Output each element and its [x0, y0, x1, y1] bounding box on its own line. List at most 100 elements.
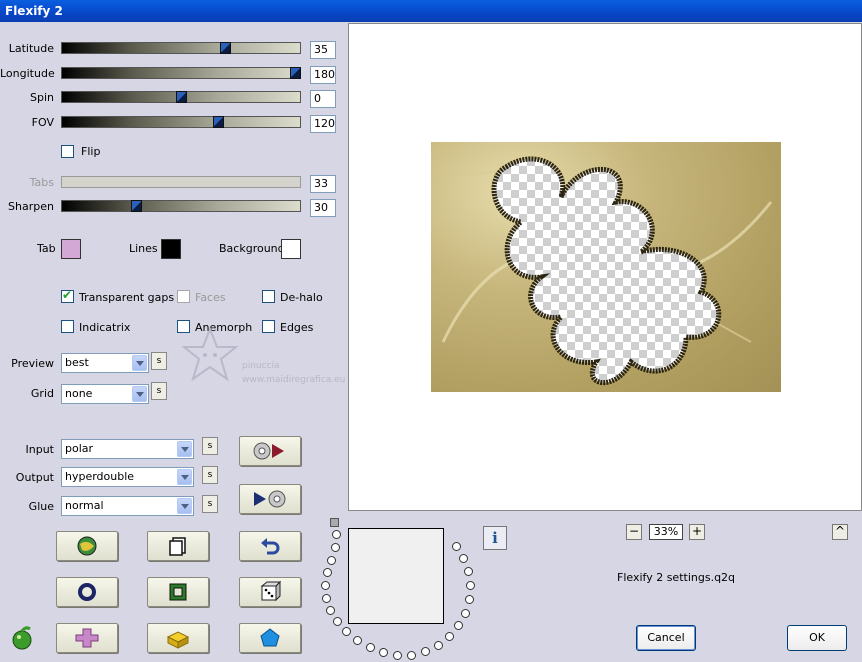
preset-dot[interactable] — [466, 581, 475, 590]
chevron-down-icon[interactable] — [132, 386, 147, 402]
collapse-button[interactable]: ^ — [832, 524, 848, 540]
zoom-level: 33% — [649, 524, 683, 540]
preview-s-button[interactable]: s — [151, 352, 167, 370]
fov-slider[interactable] — [61, 116, 301, 128]
preset-dot[interactable] — [452, 542, 461, 551]
preset-dot[interactable] — [331, 543, 340, 552]
random-dice-button[interactable] — [239, 577, 301, 607]
preset-dot[interactable] — [434, 641, 443, 650]
preset-dot[interactable] — [461, 609, 470, 618]
preset-dot[interactable] — [459, 554, 468, 563]
randomize-globe-button[interactable] — [56, 531, 118, 561]
cancel-button[interactable]: Cancel — [636, 625, 696, 651]
preset-dot[interactable] — [332, 530, 341, 539]
copy-button[interactable] — [147, 531, 209, 561]
preset-dot[interactable] — [454, 621, 463, 630]
chevron-down-icon[interactable] — [177, 469, 192, 485]
tab-color-label: Tab — [37, 242, 56, 255]
fov-slider-thumb[interactable] — [213, 116, 224, 128]
background-color-swatch[interactable] — [281, 239, 301, 259]
preset-dot[interactable] — [407, 651, 416, 660]
grid-s-button[interactable]: s — [151, 382, 167, 400]
glue-select[interactable]: normal — [61, 496, 194, 516]
preview-flexified-shape — [441, 156, 773, 386]
flip-checkbox[interactable] — [61, 145, 74, 158]
brick-button[interactable] — [147, 623, 209, 653]
sharpen-slider-thumb[interactable] — [131, 200, 142, 212]
preset-dot[interactable] — [465, 595, 474, 604]
longitude-slider[interactable] — [61, 67, 301, 79]
preset-dot[interactable] — [326, 606, 335, 615]
sharpen-label: Sharpen — [8, 200, 54, 213]
output-select-label: Output — [15, 471, 54, 484]
preview-select[interactable]: best — [61, 353, 149, 373]
input-s-button[interactable]: s — [202, 437, 218, 455]
grid-select[interactable]: none — [61, 384, 149, 404]
globe-icon — [77, 536, 97, 556]
longitude-slider-thumb[interactable] — [290, 67, 301, 79]
chevron-down-icon[interactable] — [177, 441, 192, 457]
ring-icon — [78, 583, 96, 601]
flip-label: Flip — [81, 145, 101, 158]
preset-dot[interactable] — [353, 636, 362, 645]
input-select-value: polar — [65, 442, 94, 455]
longitude-input[interactable]: 180 — [310, 66, 336, 84]
transparent-gaps-checkbox[interactable] — [61, 288, 74, 303]
sharpen-slider[interactable] — [61, 200, 301, 212]
ring-button[interactable] — [56, 577, 118, 607]
frame-icon — [169, 583, 187, 601]
zoom-in-button[interactable]: + — [689, 524, 705, 540]
sharpen-input[interactable]: 30 — [310, 199, 336, 217]
spin-label: Spin — [30, 91, 54, 104]
preset-dot[interactable] — [464, 567, 473, 576]
info-button[interactable]: i — [483, 526, 507, 550]
latitude-input[interactable]: 35 — [310, 41, 336, 59]
input-select[interactable]: polar — [61, 439, 194, 459]
preset-dot[interactable] — [333, 617, 342, 626]
play-reverse-button[interactable] — [239, 484, 301, 514]
plugin-logo-icon — [12, 626, 32, 650]
preset-dot[interactable] — [393, 651, 402, 660]
tabs-input[interactable]: 33 — [310, 175, 336, 193]
tab-color-swatch[interactable] — [61, 239, 81, 259]
latitude-slider[interactable] — [61, 42, 301, 54]
preset-dot[interactable] — [421, 647, 430, 656]
disc-play-icon — [253, 442, 284, 460]
output-select[interactable]: hyperdouble — [61, 467, 194, 487]
ok-button[interactable]: OK — [787, 625, 847, 651]
tabs-slider[interactable] — [61, 176, 301, 188]
preset-wheel-handle[interactable] — [330, 518, 339, 527]
fov-input[interactable]: 120 — [310, 115, 336, 133]
latitude-label: Latitude — [8, 42, 54, 55]
faces-checkbox[interactable] — [177, 290, 190, 303]
lines-color-swatch[interactable] — [161, 239, 181, 259]
preview-canvas[interactable] — [348, 23, 862, 511]
output-s-button[interactable]: s — [202, 466, 218, 484]
zoom-out-button[interactable]: − — [626, 524, 642, 540]
play-forward-button[interactable] — [239, 436, 301, 466]
preset-preview-box[interactable] — [348, 528, 444, 624]
glue-s-button[interactable]: s — [202, 495, 218, 513]
chevron-down-icon[interactable] — [132, 355, 147, 371]
preset-dot[interactable] — [342, 627, 351, 636]
preset-dot[interactable] — [379, 648, 388, 657]
de-halo-label: De-halo — [280, 291, 323, 304]
undo-button[interactable] — [239, 531, 301, 561]
preset-dot[interactable] — [327, 556, 336, 565]
de-halo-checkbox[interactable] — [262, 290, 275, 303]
cross-button[interactable] — [56, 623, 118, 653]
spin-input[interactable]: 0 — [310, 90, 336, 108]
preset-dot[interactable] — [366, 643, 375, 652]
preset-dot[interactable] — [322, 594, 331, 603]
pentagon-button[interactable] — [239, 623, 301, 653]
spin-slider-thumb[interactable] — [176, 91, 187, 103]
preset-dot[interactable] — [445, 632, 454, 641]
preset-dot[interactable] — [323, 568, 332, 577]
chevron-down-icon[interactable] — [177, 498, 192, 514]
dice-icon — [260, 581, 281, 602]
spin-slider[interactable] — [61, 91, 301, 103]
latitude-slider-thumb[interactable] — [220, 42, 231, 54]
preset-dot[interactable] — [321, 581, 330, 590]
indicatrix-checkbox[interactable] — [61, 320, 74, 333]
frame-button[interactable] — [147, 577, 209, 607]
